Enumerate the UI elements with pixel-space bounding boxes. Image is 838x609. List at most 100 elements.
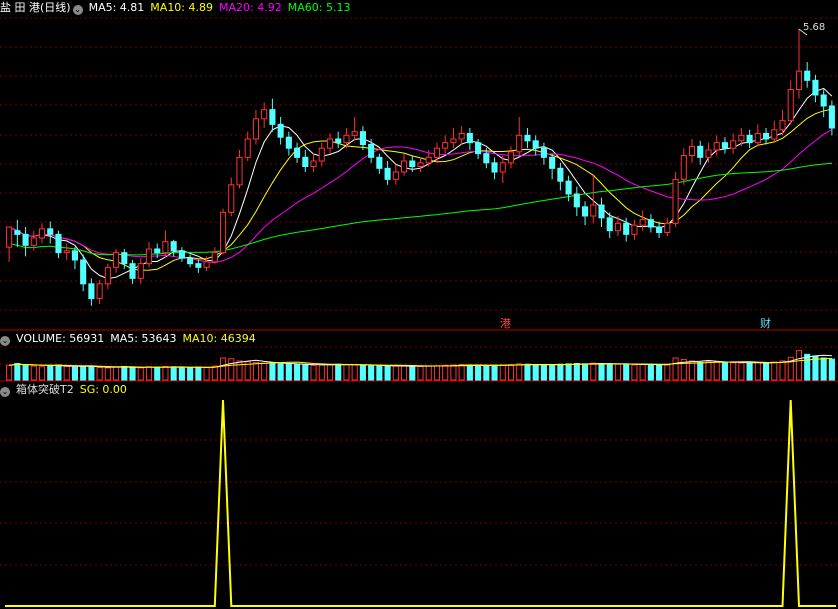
candle-body: [475, 142, 482, 155]
candle: [187, 254, 194, 268]
volume-bar: [392, 365, 399, 381]
candle: [6, 226, 13, 262]
candle: [631, 219, 638, 240]
candle-body: [540, 147, 547, 158]
candle: [392, 164, 399, 185]
candle-body: [294, 147, 301, 158]
volume-bar: [409, 365, 416, 381]
volume-bar: [623, 364, 630, 381]
candle-body: [343, 134, 350, 144]
ma60-line: [8, 162, 832, 256]
volume-bar: [14, 363, 21, 381]
candle: [763, 128, 770, 145]
volume-bar: [458, 364, 465, 381]
candle-body: [351, 131, 358, 136]
candle: [335, 131, 342, 149]
candle-body: [507, 151, 515, 164]
candle: [384, 161, 391, 185]
volume-bar: [507, 364, 515, 381]
candle: [549, 153, 556, 180]
candle: [705, 142, 712, 163]
volume-bar: [771, 361, 778, 381]
candle-body: [672, 178, 679, 224]
candle: [244, 131, 251, 161]
candle-body: [318, 147, 325, 162]
candle: [524, 128, 531, 149]
volume-bar: [804, 353, 811, 381]
candle: [721, 137, 728, 154]
candle-body: [261, 109, 268, 120]
candle: [302, 150, 309, 172]
candle-body: [170, 241, 177, 252]
volume-bar: [565, 363, 572, 381]
candle-body: [433, 147, 441, 158]
candle: [228, 177, 235, 216]
candle-body: [310, 160, 317, 167]
candle: [88, 278, 95, 306]
candle-body: [820, 94, 827, 107]
candle-body: [730, 140, 737, 149]
candle-body: [335, 138, 342, 144]
candle-body: [236, 156, 243, 186]
volume-bar: [598, 363, 605, 381]
candle-body: [121, 252, 128, 265]
volume-bar: [730, 362, 737, 381]
volume-bar: [211, 365, 218, 381]
candle-body: [228, 184, 235, 213]
volume-bar: [532, 364, 539, 381]
volume-legend: ⌄ VOLUME: 56931 MA5: 53643 MA10: 46394: [0, 331, 262, 347]
candle: [104, 263, 111, 290]
volume-bar: [129, 367, 136, 381]
volume-bar: [688, 360, 696, 381]
volume-bar: [491, 364, 498, 381]
candle: [540, 142, 547, 165]
candle: [219, 208, 227, 255]
volume-bar: [285, 363, 292, 381]
candle-body: [557, 167, 564, 182]
candle-body: [96, 283, 103, 300]
candle-body: [466, 133, 473, 144]
grid-lines: [0, 17, 838, 566]
cai-marker: 财: [760, 316, 771, 330]
candle: [252, 109, 259, 145]
candle-body: [442, 142, 449, 149]
candle-body: [606, 217, 613, 232]
candle-body: [524, 134, 531, 142]
candle: [672, 172, 679, 227]
volume-bar: [549, 364, 556, 381]
volume-bar: [162, 365, 169, 381]
volume-bar: [647, 363, 654, 381]
volume-bar: [113, 366, 120, 381]
volume-bar: [466, 364, 473, 381]
candle: [22, 227, 29, 257]
volume-bar: [269, 363, 276, 381]
candle: [14, 219, 21, 248]
candle: [746, 129, 753, 149]
candle-body: [269, 109, 276, 125]
indicator-toggle-icon[interactable]: ⌄: [0, 387, 10, 397]
volume-bar: [499, 364, 506, 381]
volume-bar: [71, 366, 78, 381]
candle-body: [187, 257, 194, 265]
candle-body: [14, 230, 21, 235]
volume-bar: [30, 365, 37, 381]
candle: [820, 89, 827, 117]
candle: [754, 124, 761, 147]
candle-body: [384, 167, 391, 180]
ma10-line: [8, 108, 832, 271]
volume-bar: [524, 363, 531, 381]
candle-body: [713, 142, 720, 151]
candle: [113, 249, 120, 273]
volume-bar: [450, 364, 457, 381]
volume-toggle-icon[interactable]: ⌄: [0, 336, 10, 346]
volume-bar: [335, 363, 342, 381]
candle-body: [647, 219, 654, 228]
sg-value: SG: 0.00: [79, 383, 127, 396]
candle-body: [400, 160, 408, 173]
candle: [195, 260, 202, 273]
candle: [351, 117, 358, 141]
volume-bar: [170, 366, 177, 381]
candle-body: [582, 206, 589, 217]
volume-bar: [631, 364, 638, 381]
volume-bar: [302, 364, 309, 381]
